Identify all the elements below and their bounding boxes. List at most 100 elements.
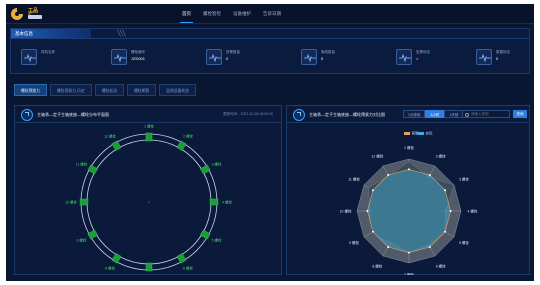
waveform-icon [206, 49, 222, 65]
search-box[interactable] [462, 110, 510, 118]
stats-row: 风机名称 螺栓编号 JZD001 告警数量 0 离线数量 0 告警状态 ● 数据状态 0 [11, 43, 531, 73]
stat-label: 告警数量 [226, 50, 240, 54]
stat-value: ● [416, 56, 419, 61]
waveform-icon [396, 49, 412, 65]
stat-item: 数据状态 0 [476, 47, 534, 69]
segment-button[interactable]: 1分钟前 [403, 110, 426, 118]
bolt-marker[interactable] [200, 164, 211, 175]
logo: 工品汇 [10, 7, 42, 21]
bolt-label: 5 螺栓 [212, 238, 222, 243]
panel-icon [21, 109, 33, 121]
bolt-layout-panel: 主轴承—定子主轴底座—螺栓分布平面图 更新时间：2021-10-28 18:00… [14, 105, 282, 275]
bolt-label: 3 螺栓 [212, 162, 222, 167]
radar-point [444, 189, 447, 192]
bolt-marker[interactable] [145, 132, 153, 142]
radar-point [408, 251, 410, 254]
legend-label: 预警 [412, 131, 420, 136]
bolt-marker[interactable] [111, 253, 122, 264]
sub-tab[interactable]: 监测设备状态 [159, 84, 196, 96]
sub-tabs: 螺栓预紧力 螺栓预紧力-历史 螺栓松动 螺栓断裂 监测设备状态 [14, 84, 196, 96]
bolt-marker[interactable] [176, 140, 187, 151]
stat-label: 螺栓编号 [131, 50, 145, 54]
segment-button[interactable]: 1天前 [444, 110, 464, 118]
nav-date[interactable]: 告诉日期 [257, 4, 287, 24]
legend-label: 实际 [426, 131, 434, 136]
search-icon [465, 112, 469, 117]
waveform-icon [476, 49, 492, 65]
waveform-icon [21, 49, 37, 65]
bolt-marker[interactable] [87, 229, 98, 240]
divider [11, 38, 529, 39]
app-window: 工品汇 首页 螺栓智检 设备维护 告诉日期 基本信息 ╲╲╲ 风机名称 螺栓编号 J… [6, 4, 534, 281]
nav-bolt-inspection[interactable]: 螺栓智检 [197, 4, 227, 24]
radar-point [371, 189, 374, 192]
bolt-label: 4 螺栓 [222, 200, 232, 205]
main-nav: 首页 螺栓智检 设备维护 告诉日期 [176, 4, 287, 24]
bolt-label: 11 螺栓 [76, 162, 88, 167]
radar-axis-label: 10 螺栓 [340, 208, 352, 213]
panel-icon [293, 109, 305, 121]
radar-axis-label: 11 螺栓 [348, 177, 360, 182]
bolt-ring-diagram: 1 螺栓2 螺栓3 螺栓4 螺栓5 螺栓6 螺栓7 螺栓8 螺栓9 螺栓10 螺… [65, 124, 232, 272]
sub-tab[interactable]: 螺栓预紧力-历史 [49, 84, 92, 96]
radar-axis-label: 12 螺栓 [371, 153, 383, 158]
bolt-marker[interactable] [200, 229, 211, 240]
segment-button[interactable]: 1小时 [425, 110, 445, 118]
radar-point [371, 230, 374, 233]
bolt-label: 2 螺栓 [183, 134, 193, 139]
stat-value: 0 [496, 56, 499, 61]
search-button[interactable]: 查询 [513, 110, 527, 118]
bolt-marker[interactable] [145, 262, 153, 272]
basic-info-tab: 基本信息 [11, 29, 91, 38]
radar-axis-label: 1 螺栓 [404, 145, 414, 150]
sub-tab[interactable]: 螺栓松动 [94, 84, 125, 96]
panel-title: 主轴承—定子主轴底座—螺栓分布平面图 [37, 112, 109, 117]
bolt-label: 6 螺栓 [183, 265, 193, 270]
logo-subtitle [28, 15, 42, 19]
bolt-marker[interactable] [111, 140, 122, 151]
radar-axis-label: 5 螺栓 [459, 240, 469, 245]
radar-point [408, 168, 410, 171]
center-dot [148, 201, 150, 203]
preload-compare-panel: 主轴承—定子主轴底座—螺栓预紧力对比图 1分钟前1小时1天前 查询 预警 实际 1 … [286, 105, 530, 275]
stat-label: 风机名称 [41, 50, 55, 54]
radar-point [428, 246, 431, 249]
waveform-icon [301, 49, 317, 65]
stat-item: 离线数量 0 [301, 47, 361, 69]
nav-maintenance[interactable]: 设备维护 [227, 4, 257, 24]
radar-axis-label: 8 螺栓 [372, 263, 382, 268]
radar-point [387, 173, 390, 176]
sub-tab[interactable]: 螺栓预紧力 [14, 84, 47, 96]
search-input[interactable] [471, 111, 509, 117]
bolt-marker[interactable] [87, 164, 98, 175]
nav-home[interactable]: 首页 [176, 4, 197, 24]
radar-axis-label: 7 螺栓 [404, 272, 414, 275]
stat-value: 0 [321, 56, 324, 61]
radar-axis-label: 9 螺栓 [349, 240, 359, 245]
bolt-label: 12 螺栓 [104, 134, 116, 139]
basic-info-panel: 基本信息 ╲╲╲ 风机名称 螺栓编号 JZD001 告警数量 0 离线数量 0 告警状态 ● 数据… [10, 28, 530, 74]
bolt-label: 10 螺栓 [65, 200, 77, 205]
bolt-marker[interactable] [176, 253, 187, 264]
radar-point [366, 210, 369, 212]
stat-label: 告警状态 [416, 50, 430, 54]
stat-value: 0 [226, 56, 229, 61]
radar-axis-label: 6 螺栓 [436, 263, 446, 268]
waveform-icon [111, 49, 127, 65]
radar-point [387, 246, 390, 249]
stat-label: 数据状态 [496, 50, 510, 54]
bolt-marker[interactable] [79, 198, 89, 206]
panel-title: 主轴承—定子主轴底座—螺栓预紧力对比图 [309, 112, 385, 117]
bolt-marker[interactable] [209, 198, 219, 206]
logo-icon [11, 8, 23, 20]
stat-item: 风机名称 [21, 47, 81, 69]
radar-axis-label: 4 螺栓 [467, 208, 477, 213]
radar-point [428, 173, 431, 176]
radar-chart: 预警 实际 1 螺栓 2 螺栓 3 螺栓 4 螺栓 5 螺栓 6 螺栓 7 螺栓 8 螺栓 9 螺栓… [340, 131, 478, 275]
time-segment-control: 1分钟前 1小时 1天前 [403, 110, 464, 118]
bolt-label: 9 螺栓 [76, 238, 86, 243]
sub-tab[interactable]: 螺栓断裂 [127, 84, 157, 96]
radar-axis-label: 3 螺栓 [459, 177, 469, 182]
radar-point [444, 230, 447, 233]
stat-value: JZD001 [131, 56, 146, 61]
